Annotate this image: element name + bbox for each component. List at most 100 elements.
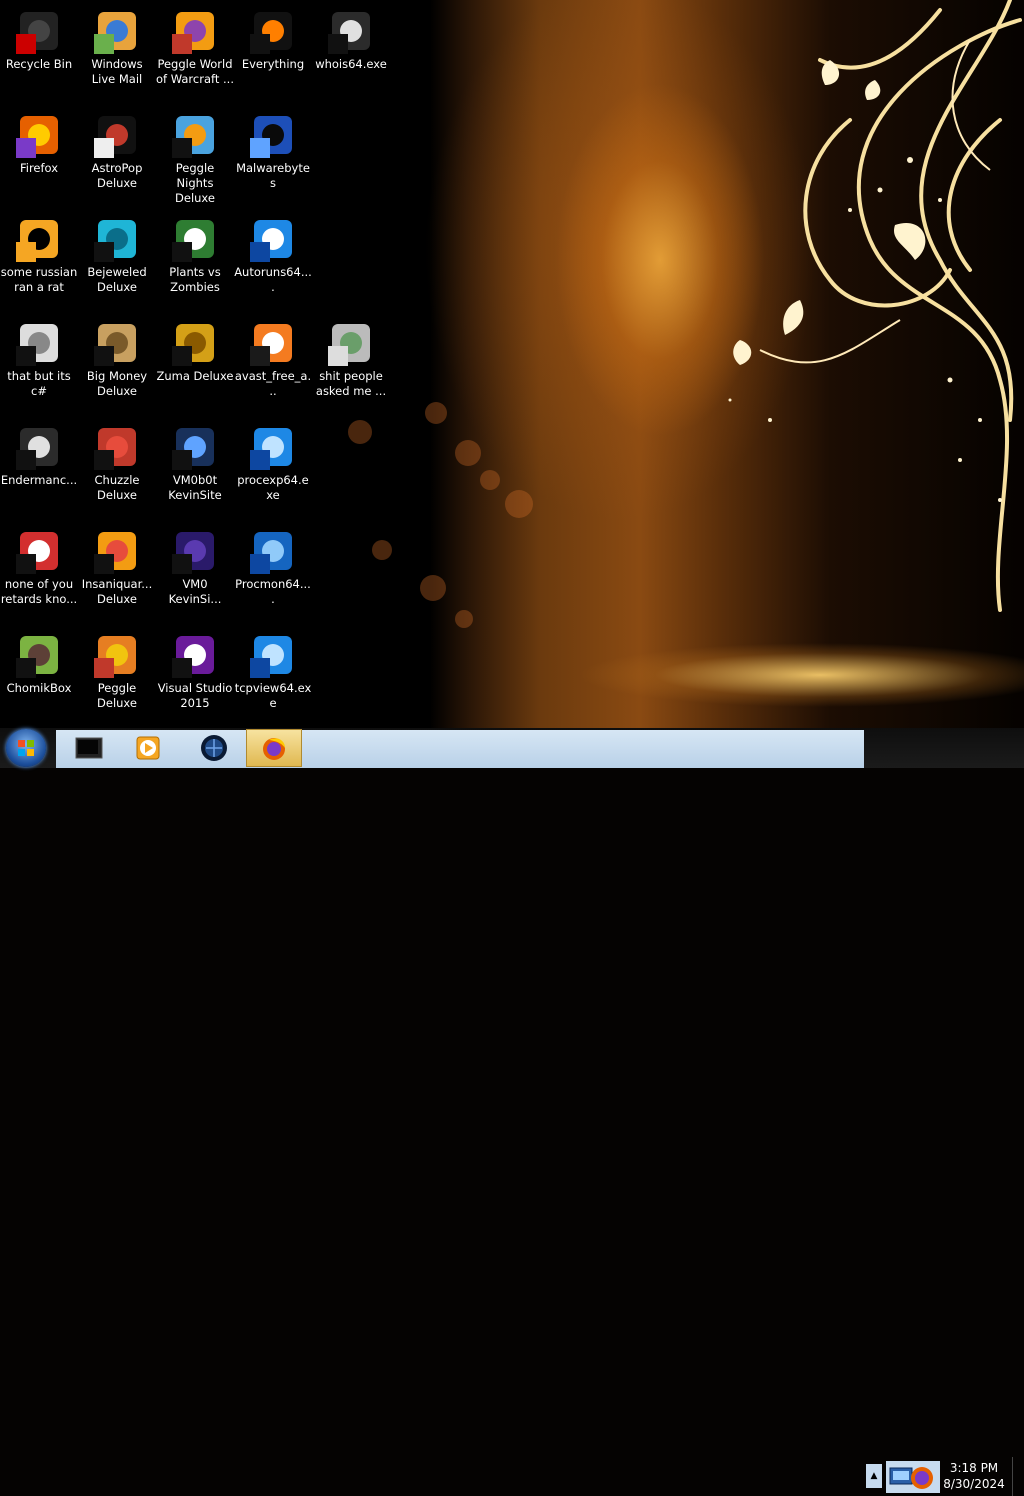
desktop-icon[interactable]: Everything <box>234 0 312 104</box>
shortcut-icon <box>16 324 58 366</box>
desktop-icon[interactable]: ChomikBox <box>0 624 78 728</box>
tray-overflow-button[interactable]: ▲ <box>866 1464 882 1488</box>
desktop-icon-label: whois64.exe <box>315 57 387 71</box>
malwarebytes-icon <box>250 116 292 158</box>
astropop-icon <box>94 116 136 158</box>
desktop-icon-label: Bejeweled Deluxe <box>87 265 147 294</box>
desktop-icon[interactable]: Bejeweled Deluxe <box>78 208 156 312</box>
firefox-taskbar-icon <box>263 738 285 760</box>
process-explorer-icon <box>250 428 292 470</box>
chuzzle-icon <box>94 428 136 470</box>
desktop-icon[interactable]: Endermanc... <box>0 416 78 520</box>
wallpaper-bokeh <box>425 402 447 424</box>
zuma-icon <box>172 324 214 366</box>
desktop-icon-label: Procmon64.... <box>235 577 311 606</box>
wallpaper-bokeh <box>348 420 372 444</box>
desktop-icon-label: VM0b0t KevinSite <box>168 473 222 502</box>
desktop-icon-label: Visual Studio 2015 <box>157 681 233 710</box>
recycle-bin-icon <box>16 12 58 54</box>
start-button[interactable] <box>6 729 46 767</box>
desktop-icon-label: Recycle Bin <box>5 57 73 71</box>
taskbar-button-media-player[interactable] <box>120 729 176 767</box>
desktop-icon[interactable]: Windows Live Mail <box>78 0 156 104</box>
desktop-icon-label: procexp64.exe <box>237 473 309 502</box>
insaniquarium-icon <box>94 532 136 574</box>
clock-time: 3:18 PM <box>949 1461 999 1475</box>
windows-start-orb-icon <box>18 740 34 756</box>
desktop-icon[interactable]: Autoruns64.... <box>234 208 312 312</box>
wallpaper-bokeh <box>480 470 500 490</box>
desktop-icon[interactable]: Plants vs Zombies <box>156 208 234 312</box>
desktop-icon[interactable]: Peggle Nights Deluxe <box>156 104 234 208</box>
desktop-icon[interactable]: some russian ran a rat <box>0 208 78 312</box>
desktop-icon-label: Peggle Deluxe <box>97 681 137 710</box>
peggle-wow-icon <box>172 12 214 54</box>
desktop-icon[interactable]: Insaniquar... Deluxe <box>78 520 156 624</box>
peggle-icon <box>94 636 136 678</box>
wallpaper-swirl <box>728 0 1022 612</box>
process-monitor-icon <box>250 532 292 574</box>
desktop-icon-label: Zuma Deluxe <box>156 369 234 383</box>
desktop-icon[interactable]: Visual Studio 2015 <box>156 624 234 728</box>
firefox-icon <box>16 116 58 158</box>
taskbar-button-firefox[interactable] <box>246 729 302 767</box>
taskbar-button-globe-app[interactable] <box>186 729 242 767</box>
desktop-icon-label: Insaniquar... Deluxe <box>81 577 153 606</box>
desktop-icon-label: Firefox <box>19 161 59 175</box>
chomikbox-icon <box>16 636 58 678</box>
desktop-icon[interactable]: Procmon64.... <box>234 520 312 624</box>
desktop-icon[interactable]: Zuma Deluxe <box>156 312 234 416</box>
desktop-icon-label: none of you retards kno... <box>0 577 78 606</box>
desktop-icon[interactable]: Firefox <box>0 104 78 208</box>
desktop-icon[interactable]: Peggle Deluxe <box>78 624 156 728</box>
desktop-icon[interactable]: shit people asked me ... <box>312 312 390 416</box>
russian-rat-icon <box>16 220 58 262</box>
wallpaper-bokeh <box>455 610 473 628</box>
system-clock[interactable]: 3:18 PM 8/30/2024 <box>940 1457 1008 1495</box>
desktop-icon-label: Big Money Deluxe <box>86 369 148 398</box>
desktop-icon-label: some russian ran a rat <box>0 265 78 294</box>
show-desktop-button[interactable] <box>1012 1457 1024 1496</box>
desktop-icon-label: Peggle World of Warcraft ... <box>156 57 234 86</box>
desktop-icon[interactable]: VM0 KevinSi... <box>156 520 234 624</box>
taskbar-button-console[interactable] <box>62 729 118 767</box>
autoruns-icon <box>250 220 292 262</box>
desktop-icon[interactable]: Malwarebytes <box>234 104 312 208</box>
desktop-icon[interactable]: Peggle World of Warcraft ... <box>156 0 234 104</box>
visual-studio-icon <box>172 636 214 678</box>
desktop-icon[interactable]: AstroPop Deluxe <box>78 104 156 208</box>
desktop-icon-label: Endermanc... <box>0 473 78 487</box>
desktop-icon[interactable]: none of you retards kno... <box>0 520 78 624</box>
desktop-icon[interactable]: VM0b0t KevinSite <box>156 416 234 520</box>
desktop-icon-label: AstroPop Deluxe <box>91 161 143 190</box>
desktop-icon[interactable]: avast_free_a... <box>234 312 312 416</box>
everything-search-icon <box>250 12 292 54</box>
desktop-icon[interactable]: Recycle Bin <box>0 0 78 104</box>
taskbar-glass <box>56 730 864 768</box>
desktop-icon[interactable]: procexp64.exe <box>234 416 312 520</box>
desktop-icon-label: ChomikBox <box>6 681 72 695</box>
desktop-icon[interactable]: tcpview64.exe <box>234 624 312 728</box>
desktop: Recycle Bin Windows Live Mail Peggle World… <box>0 0 1024 728</box>
desktop-icon-label: VM0 KevinSi... <box>168 577 222 606</box>
tray-app-button[interactable] <box>886 1461 940 1493</box>
desktop-icon[interactable]: Big Money Deluxe <box>78 312 156 416</box>
globe-app-icon <box>201 735 227 761</box>
bejeweled-icon <box>94 220 136 262</box>
desktop-icon-label: tcpview64.exe <box>234 681 312 710</box>
desktop-icon[interactable]: Chuzzle Deluxe <box>78 416 156 520</box>
desktop-icon[interactable]: whois64.exe <box>312 0 390 104</box>
wallpaper-bokeh <box>505 490 533 518</box>
clock-date: 8/30/2024 <box>943 1477 1005 1491</box>
vmobot-icon <box>172 428 214 470</box>
plants-vs-zombies-icon <box>172 220 214 262</box>
desktop-icon-label: Plants vs Zombies <box>169 265 221 294</box>
wallpaper-bokeh <box>455 440 481 466</box>
desktop-icon-label: Chuzzle Deluxe <box>94 473 140 502</box>
windows-live-mail-icon <box>94 12 136 54</box>
desktop-icon[interactable]: that but its c# <box>0 312 78 416</box>
vm0-icon <box>172 532 214 574</box>
console-taskbar-icon <box>75 737 103 759</box>
desktop-icon-label: avast_free_a... <box>234 369 312 398</box>
big-money-icon <box>94 324 136 366</box>
